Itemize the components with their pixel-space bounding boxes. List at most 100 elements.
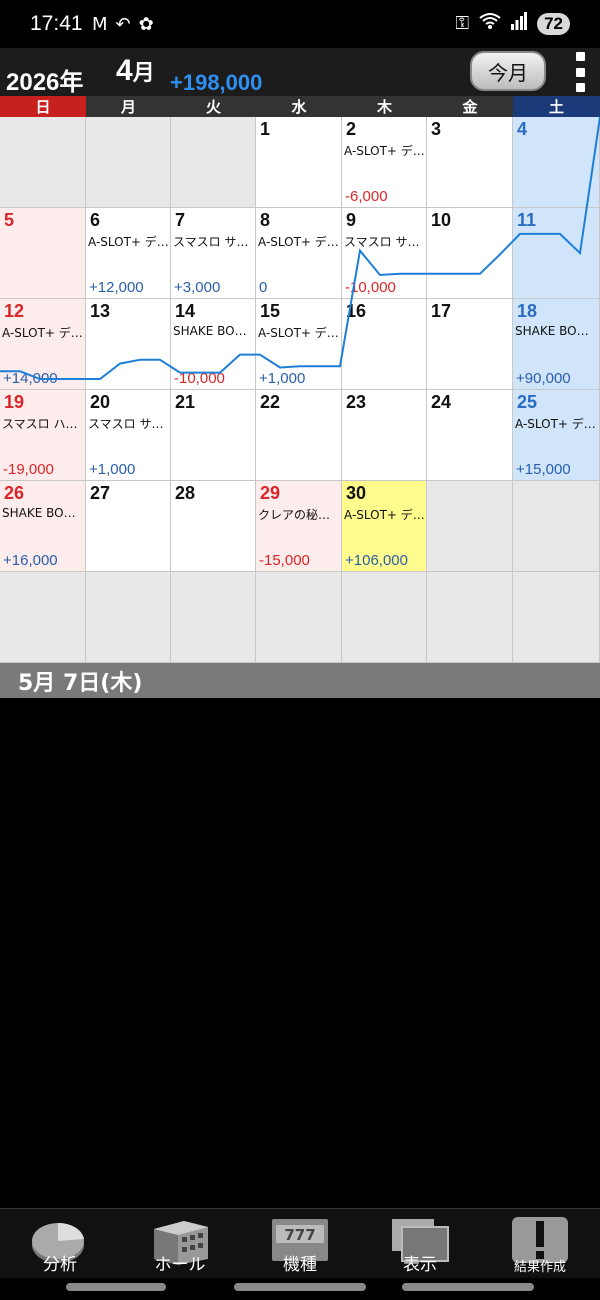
day-cell-3[interactable]: 3 — [427, 117, 513, 208]
day-number: 25 — [517, 392, 538, 412]
paw-icon: ✿ — [138, 14, 154, 35]
empty-day-cell — [86, 572, 171, 663]
day-number: 22 — [260, 392, 281, 412]
day-balance: +1,000 — [89, 461, 136, 478]
day-balance: +106,000 — [345, 552, 408, 569]
nav-hall[interactable]: ホール — [120, 1209, 240, 1279]
status-bar: 17:41 M ↶ ✿ ⚿ 72 — [0, 0, 600, 48]
day-number: 14 — [175, 301, 196, 321]
empty-day-cell — [427, 481, 513, 572]
day-cell-9[interactable]: 9 スマスロ サ… -10,000 — [342, 208, 427, 299]
reply-icon: ↶ — [115, 14, 131, 35]
day-cell-4[interactable]: 4 — [513, 117, 600, 208]
nav-analysis[interactable]: 分析 — [0, 1209, 120, 1279]
battery-badge: 72 — [537, 12, 570, 35]
machine-name: スマスロ ハ… — [2, 417, 78, 431]
notification-icons: M ↶ ✿ — [92, 14, 154, 35]
machine-name: A-SLOT+ デ… — [344, 144, 425, 158]
day-cell-22[interactable]: 22 — [256, 390, 342, 481]
more-vert-icon[interactable] — [570, 52, 590, 92]
this-month-button[interactable]: 今月 — [470, 51, 546, 91]
calendar-grid: 1 2 A-SLOT+ デ… -6,000 3 4 5 6 A-SLOT+ デ… +12,000 7… — [0, 117, 600, 663]
day-cell-12[interactable]: 12 A-SLOT+ デ… +14,000 — [0, 299, 86, 390]
day-balance: -6,000 — [345, 188, 388, 205]
weekday-label: 月 — [86, 96, 171, 117]
day-balance: -10,000 — [345, 279, 396, 296]
day-number: 21 — [175, 392, 196, 412]
day-cell-6[interactable]: 6 A-SLOT+ デ… +12,000 — [86, 208, 171, 299]
day-number: 2 — [346, 119, 357, 139]
weekday-label: 土 — [513, 96, 600, 117]
day-cell-28[interactable]: 28 — [171, 481, 256, 572]
key-icon: ⚿ — [455, 13, 470, 34]
day-cell-30[interactable]: 30 A-SLOT+ デ… +106,000 — [342, 481, 427, 572]
day-cell-8[interactable]: 8 A-SLOT+ デ… 0 — [256, 208, 342, 299]
day-cell-2[interactable]: 2 A-SLOT+ デ… -6,000 — [342, 117, 427, 208]
weekday-label: 水 — [256, 96, 342, 117]
nav-create-result[interactable]: 結果作成 — [480, 1209, 600, 1279]
day-number: 23 — [346, 392, 367, 412]
day-balance: -19,000 — [3, 461, 54, 478]
nav-display[interactable]: 表示 — [360, 1209, 480, 1279]
day-cell-16[interactable]: 16 — [342, 299, 427, 390]
day-number: 6 — [90, 210, 101, 230]
day-cell-11[interactable]: 11 — [513, 208, 600, 299]
machine-name: クレアの秘… — [258, 508, 331, 522]
month-number: 4 — [116, 54, 133, 87]
day-number: 17 — [431, 301, 452, 321]
day-number: 29 — [260, 483, 281, 503]
day-balance: 0 — [259, 279, 268, 296]
month-suffix: 月 — [132, 60, 155, 85]
day-cell-17[interactable]: 17 — [427, 299, 513, 390]
day-cell-29[interactable]: 29 クレアの秘… -15,000 — [256, 481, 342, 572]
machine-name: A-SLOT+ デ… — [2, 326, 83, 340]
day-cell-23[interactable]: 23 — [342, 390, 427, 481]
day-number: 12 — [4, 301, 25, 321]
day-cell-21[interactable]: 21 — [171, 390, 256, 481]
machine-name: A-SLOT+ デ… — [515, 417, 596, 431]
empty-day-cell — [0, 117, 86, 208]
wifi-icon — [479, 12, 501, 35]
day-balance: +14,000 — [3, 370, 58, 387]
machine-name: SHAKE BON… — [173, 324, 254, 338]
day-number: 10 — [431, 210, 452, 230]
day-cell-5[interactable]: 5 — [0, 208, 86, 299]
day-cell-27[interactable]: 27 — [86, 481, 171, 572]
day-cell-18[interactable]: 18 SHAKE BON… +90,000 — [513, 299, 600, 390]
day-cell-7[interactable]: 7 スマスロ サ… +3,000 — [171, 208, 256, 299]
nav-gesture-bar-left — [66, 1283, 166, 1291]
weekday-label: 火 — [171, 96, 256, 117]
nav-gesture-bar-right — [402, 1283, 534, 1291]
machine-name: A-SLOT+ デ… — [344, 508, 425, 522]
selected-date-bar: 5月 7日(木) — [0, 663, 600, 698]
nav-machine[interactable]: 777 機種 — [240, 1209, 360, 1279]
day-cell-26[interactable]: 26 SHAKE BON… +16,000 — [0, 481, 86, 572]
day-cell-15[interactable]: 15 A-SLOT+ デ… +1,000 — [256, 299, 342, 390]
day-number: 16 — [346, 301, 367, 321]
day-cell-20[interactable]: 20 スマスロ サ… +1,000 — [86, 390, 171, 481]
empty-day-cell — [513, 481, 600, 572]
nav-create-result-label: 結果作成 — [513, 1260, 566, 1275]
nav-gesture-bar-center — [234, 1283, 366, 1291]
day-cell-14[interactable]: 14 SHAKE BON… -10,000 — [171, 299, 256, 390]
month-total: +198,000 — [170, 70, 263, 95]
day-cell-24[interactable]: 24 — [427, 390, 513, 481]
empty-day-cell — [427, 572, 513, 663]
weekday-header: 日月火水木金土 — [0, 96, 600, 117]
day-cell-1[interactable]: 1 — [256, 117, 342, 208]
day-cell-13[interactable]: 13 — [86, 299, 171, 390]
machine-name: SHAKE BON… — [515, 324, 596, 338]
machine-name: SHAKE BON… — [2, 506, 83, 520]
day-cell-19[interactable]: 19 スマスロ ハ… -19,000 — [0, 390, 86, 481]
day-cell-10[interactable]: 10 — [427, 208, 513, 299]
nav-display-label: 表示 — [403, 1255, 437, 1275]
day-balance: +12,000 — [89, 279, 144, 296]
empty-day-cell — [171, 572, 256, 663]
day-number: 15 — [260, 301, 281, 321]
day-number: 28 — [175, 483, 196, 503]
day-number: 7 — [175, 210, 186, 230]
day-cell-25[interactable]: 25 A-SLOT+ デ… +15,000 — [513, 390, 600, 481]
empty-day-cell — [86, 117, 171, 208]
signal-icon — [511, 12, 528, 35]
month-label[interactable]: 4月 — [116, 54, 155, 88]
